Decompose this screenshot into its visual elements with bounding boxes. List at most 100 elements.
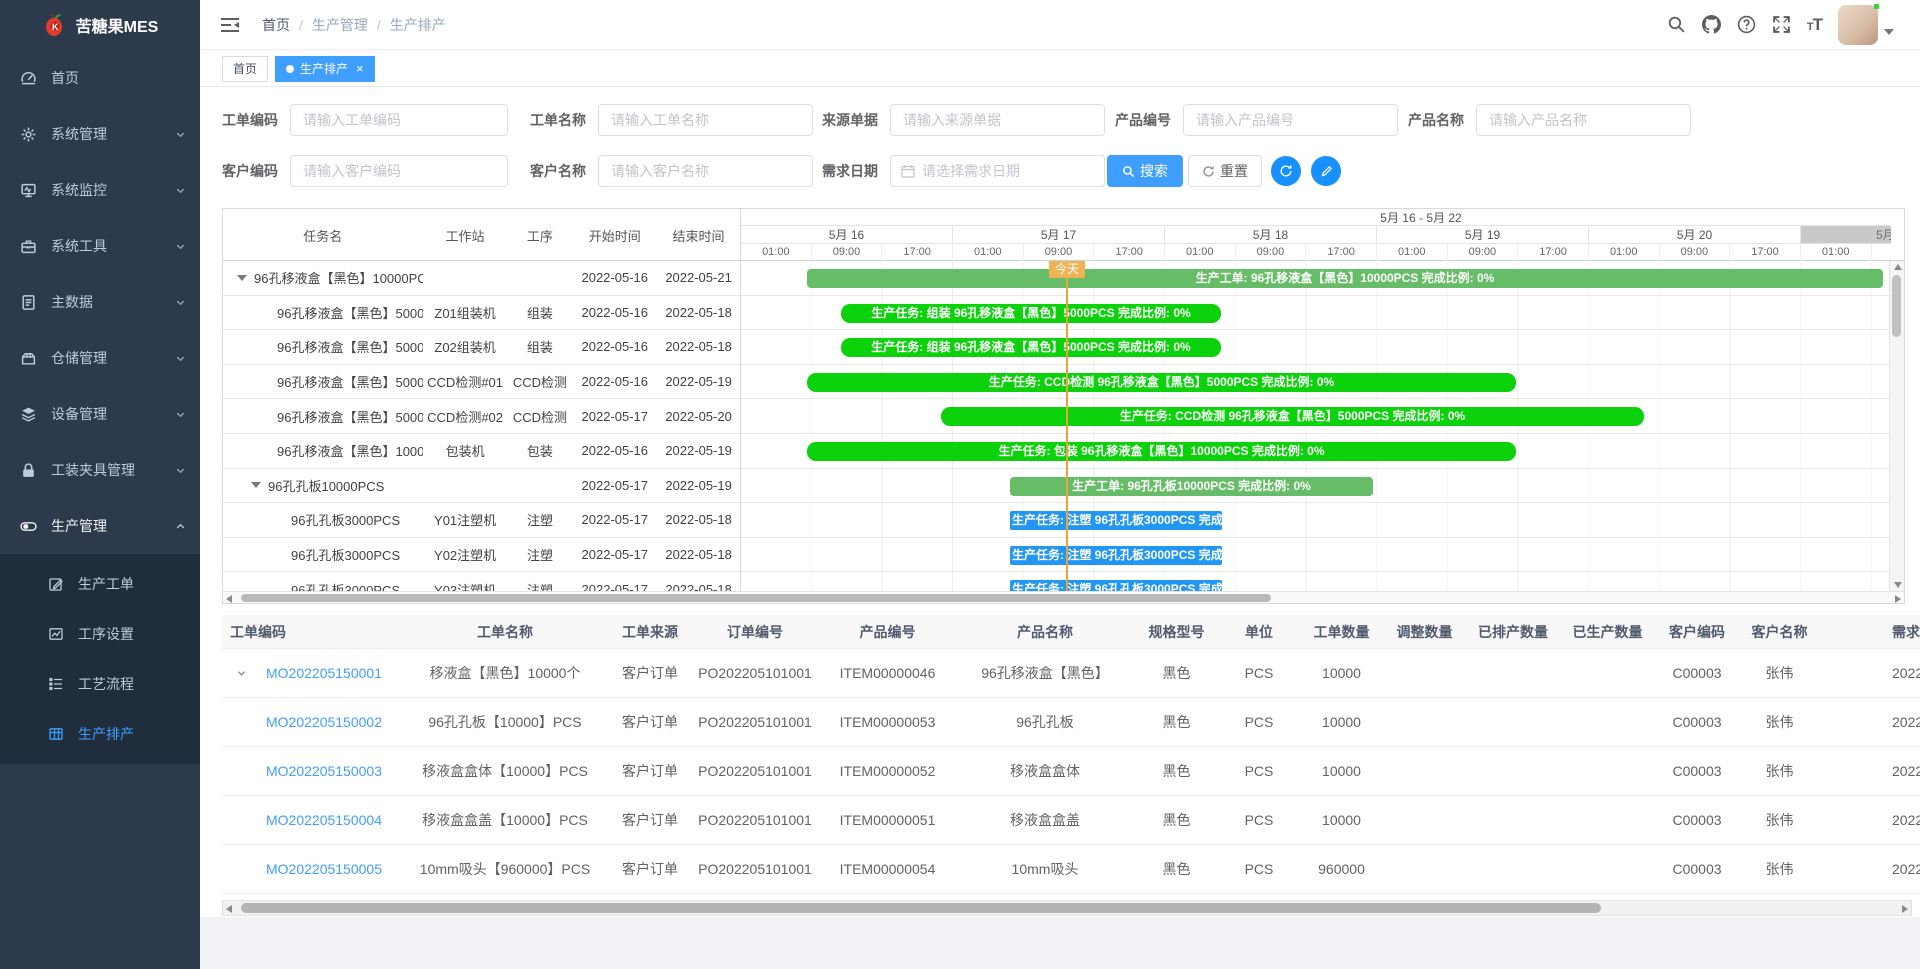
gantt-task-row[interactable]: 96孔孔板3000PCS Y02注塑机 注塑 2022-05-17 2022-0… bbox=[223, 538, 740, 573]
table-row[interactable]: MO202205150003 移液盒盒体【10000】PCS 客户订单 PO20… bbox=[222, 747, 1920, 796]
scrollbar-thumb[interactable] bbox=[1892, 275, 1901, 337]
gantt-task-row[interactable]: 96孔移液盒【黑色】10000PCS 包装机 包装 2022-05-16 202… bbox=[223, 434, 740, 469]
sidebar-item-home[interactable]: 首页 bbox=[0, 50, 200, 106]
work-order-link[interactable]: MO202205150001 bbox=[266, 665, 382, 681]
gantt-task-row[interactable]: 96孔孔板3000PCS Y03注塑机 注塑 2022-05-17 2022-0… bbox=[223, 572, 740, 591]
gantt-bar-task[interactable]: 生产任务: 组装 96孔移液盒【黑色】5000PCS 完成比例: 0% bbox=[841, 338, 1221, 357]
edit-mode-button[interactable] bbox=[1311, 156, 1341, 186]
work-order-link[interactable]: MO202205150002 bbox=[266, 714, 382, 730]
work-order-link[interactable]: MO202205150005 bbox=[266, 861, 382, 877]
work-order-link[interactable]: MO202205150004 bbox=[266, 812, 382, 828]
table-horizontal-scrollbar[interactable] bbox=[222, 900, 1912, 916]
scroll-down-icon[interactable] bbox=[1894, 582, 1902, 588]
field-label: 客户名称 bbox=[530, 161, 586, 181]
work-order-link[interactable]: MO202205150003 bbox=[266, 763, 382, 779]
submenu-item-process-settings[interactable]: 工序设置 bbox=[0, 609, 200, 659]
table-row[interactable]: MO202205150005 10mm吸头【960000】PCS 客户订单 PO… bbox=[222, 845, 1920, 894]
work-order-name-input[interactable] bbox=[598, 104, 813, 136]
gantt-bar-task[interactable]: 生产任务: CCD检测 96孔移液盒【黑色】5000PCS 完成比例: 0% bbox=[807, 373, 1516, 392]
document-icon bbox=[20, 294, 37, 311]
search-button[interactable]: 搜索 bbox=[1107, 155, 1183, 187]
user-menu[interactable] bbox=[1838, 5, 1894, 45]
work-order-code-input[interactable] bbox=[290, 104, 508, 136]
task-process: 组装 bbox=[508, 337, 573, 356]
col-header: 规格型号 bbox=[1135, 622, 1218, 642]
gantt-bar-task[interactable]: 生产任务: 组装 96孔移液盒【黑色】5000PCS 完成比例: 0% bbox=[841, 304, 1221, 323]
sidebar-item-system-admin[interactable]: 系统管理 bbox=[0, 106, 200, 162]
gantt-horizontal-scrollbar[interactable] bbox=[223, 591, 1904, 603]
submenu-item-routing[interactable]: 工艺流程 bbox=[0, 659, 200, 709]
gantt-bar-selected[interactable]: 生产任务: 注塑 96孔孔板3000PCS 完成比例: 0% bbox=[1010, 511, 1222, 530]
gantt-vertical-scrollbar[interactable] bbox=[1889, 261, 1904, 591]
gantt-task-row[interactable]: 96孔移液盒【黑色】10000PCS 2022-05-16 2022-05-21 bbox=[223, 261, 740, 296]
submenu-item-work-orders[interactable]: 生产工单 bbox=[0, 559, 200, 609]
gantt-task-grid: 96孔移液盒【黑色】10000PCS 2022-05-16 2022-05-21… bbox=[223, 261, 741, 591]
task-process: 注塑 bbox=[508, 580, 573, 591]
sidebar-item-warehouse[interactable]: 仓储管理 bbox=[0, 330, 200, 386]
gantt-task-row[interactable]: 96孔移液盒【黑色】5000PCS Z01组装机 组装 2022-05-16 2… bbox=[223, 296, 740, 331]
product-code-input[interactable] bbox=[1183, 104, 1398, 136]
fullscreen-icon[interactable] bbox=[1772, 15, 1791, 34]
task-start: 2022-05-17 bbox=[572, 512, 657, 527]
gantt-task-row[interactable]: 96孔移液盒【黑色】5000PCS Z02组装机 组装 2022-05-16 2… bbox=[223, 330, 740, 365]
timeline-hour: 17:00 bbox=[1094, 244, 1165, 261]
sidebar-item-fixtures[interactable]: 工装夹具管理 bbox=[0, 442, 200, 498]
chevron-down-icon[interactable] bbox=[236, 668, 247, 679]
sidebar-item-system-tools[interactable]: 系统工具 bbox=[0, 218, 200, 274]
field-label: 产品名称 bbox=[1408, 110, 1464, 130]
task-station: CCD检测#02 bbox=[423, 407, 508, 426]
scroll-right-icon[interactable] bbox=[1895, 595, 1901, 603]
task-name: 96孔移液盒【黑色】10000PCS bbox=[277, 441, 423, 460]
gantt-bar-order[interactable]: 生产工单: 96孔移液盒【黑色】10000PCS 完成比例: 0% bbox=[807, 269, 1883, 288]
demand-date-input[interactable]: 请选择需求日期 bbox=[890, 155, 1105, 187]
customer-code-input[interactable] bbox=[290, 155, 508, 187]
flow-icon bbox=[48, 676, 64, 692]
gantt-bar-task[interactable]: 生产任务: 包装 96孔移液盒【黑色】10000PCS 完成比例: 0% bbox=[807, 442, 1516, 461]
github-icon[interactable] bbox=[1702, 15, 1721, 34]
scroll-left-icon[interactable] bbox=[226, 595, 232, 603]
scroll-left-icon[interactable] bbox=[226, 905, 232, 913]
gantt-bar-selected[interactable]: 生产任务: 注塑 96孔孔板3000PCS 完成比例: 0% bbox=[1010, 580, 1222, 591]
caret-down-icon[interactable] bbox=[251, 482, 261, 488]
submenu-item-scheduling[interactable]: 生产排产 bbox=[0, 709, 200, 759]
sidebar-item-equipment[interactable]: 设备管理 bbox=[0, 386, 200, 442]
sidebar-item-system-monitor[interactable]: 系统监控 bbox=[0, 162, 200, 218]
gantt-task-row[interactable]: 96孔移液盒【黑色】5000PCS CCD检测#01 CCD检测 2022-05… bbox=[223, 365, 740, 400]
scrollbar-thumb[interactable] bbox=[241, 903, 1601, 913]
source-doc-input[interactable] bbox=[890, 104, 1105, 136]
timeline-hour: 01:00 bbox=[1377, 244, 1448, 261]
table-row[interactable]: MO202205150002 96孔孔板【10000】PCS 客户订单 PO20… bbox=[222, 698, 1920, 747]
product-name-input[interactable] bbox=[1476, 104, 1691, 136]
avatar[interactable] bbox=[1838, 5, 1878, 45]
customer-name-input[interactable] bbox=[598, 155, 813, 187]
search-icon[interactable] bbox=[1667, 15, 1686, 34]
breadcrumb-production[interactable]: 生产管理 bbox=[312, 15, 368, 35]
table-row[interactable]: MO202205150004 移液盒盒盖【10000】PCS 客户订单 PO20… bbox=[222, 796, 1920, 845]
scroll-up-icon[interactable] bbox=[1894, 264, 1902, 270]
tab-scheduling[interactable]: 生产排产 × bbox=[275, 56, 375, 82]
gantt-task-row[interactable]: 96孔孔板10000PCS 2022-05-17 2022-05-19 bbox=[223, 469, 740, 504]
table-row[interactable]: MO202205150001 移液盒【黑色】10000个 客户订单 PO2022… bbox=[222, 649, 1920, 698]
help-icon[interactable] bbox=[1737, 15, 1756, 34]
timeline-hour: 01:00 bbox=[1165, 244, 1236, 261]
gantt-bar-order[interactable]: 生产工单: 96孔孔板10000PCS 完成比例: 0% bbox=[1010, 477, 1373, 496]
sidebar-item-master-data[interactable]: 主数据 bbox=[0, 274, 200, 330]
hamburger-icon[interactable] bbox=[220, 17, 240, 33]
sidebar-item-production[interactable]: 生产管理 bbox=[0, 498, 200, 554]
fontsize-icon[interactable]: TT bbox=[1807, 15, 1822, 35]
scroll-right-icon[interactable] bbox=[1902, 905, 1908, 913]
app-logo[interactable]: K 苦糖果MES bbox=[0, 0, 200, 50]
reset-button[interactable]: 重置 bbox=[1188, 155, 1262, 187]
task-start: 2022-05-16 bbox=[572, 305, 657, 320]
gantt-task-row[interactable]: 96孔孔板3000PCS Y01注塑机 注塑 2022-05-17 2022-0… bbox=[223, 503, 740, 538]
task-process: CCD检测 bbox=[508, 372, 573, 391]
breadcrumb-home[interactable]: 首页 bbox=[262, 15, 290, 35]
refresh-button[interactable] bbox=[1271, 156, 1301, 186]
scrollbar-thumb[interactable] bbox=[241, 594, 1271, 602]
gantt-bar-task[interactable]: 生产任务: CCD检测 96孔移液盒【黑色】5000PCS 完成比例: 0% bbox=[941, 407, 1644, 426]
gantt-bar-selected[interactable]: 生产任务: 注塑 96孔孔板3000PCS 完成比例: 0% bbox=[1010, 546, 1222, 565]
gantt-task-row[interactable]: 96孔移液盒【黑色】5000PCS CCD检测#02 CCD检测 2022-05… bbox=[223, 399, 740, 434]
tab-close-icon[interactable]: × bbox=[356, 62, 364, 75]
caret-down-icon[interactable] bbox=[237, 275, 247, 281]
tab-home[interactable]: 首页 bbox=[222, 56, 268, 82]
